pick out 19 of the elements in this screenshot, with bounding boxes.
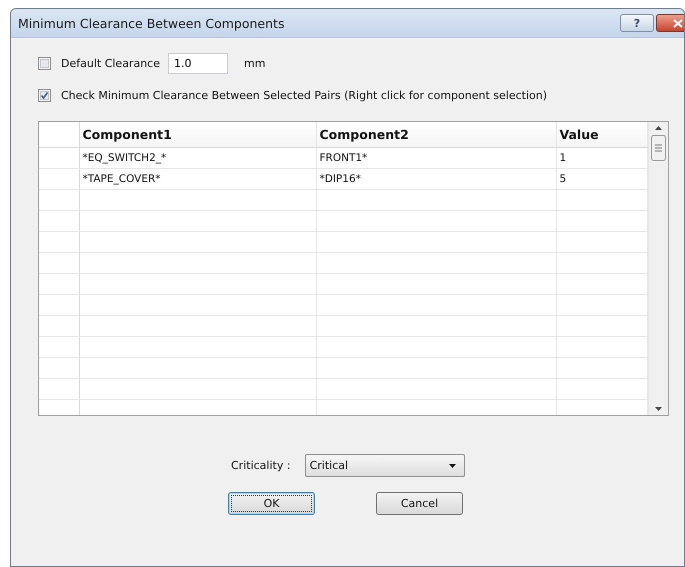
- column-header[interactable]: Component1: [79, 122, 316, 148]
- table-cell: 1: [556, 148, 647, 168]
- column-header[interactable]: Value: [556, 122, 647, 148]
- checkbox-label: Check Minimum Clearance Between Selected Pairs (Right click for component selection): [61, 89, 548, 102]
- table-cell: *TAPE_COVER*: [79, 168, 316, 190]
- criticality-dropdown[interactable]: Critical: [304, 454, 465, 477]
- table-cell: *EQ_SWITCH2_*: [79, 148, 316, 168]
- table-cell: *DIP16*: [316, 168, 556, 190]
- table-cell: 5: [556, 168, 647, 190]
- criticality-label: Criticality :: [231, 459, 291, 472]
- clearance-input[interactable]: 1.0: [168, 53, 228, 74]
- table-cell: FRONT1*: [316, 148, 556, 168]
- dialog-button[interactable]: OK: [228, 492, 315, 515]
- dialog-button[interactable]: Cancel: [376, 492, 463, 515]
- unit-label: mm: [244, 57, 266, 70]
- help-button[interactable]: ?: [620, 14, 654, 32]
- checkbox-label: Default Clearance: [61, 57, 160, 70]
- window-title: Minimum Clearance Between Components: [18, 16, 284, 30]
- column-header[interactable]: Component2: [316, 122, 556, 148]
